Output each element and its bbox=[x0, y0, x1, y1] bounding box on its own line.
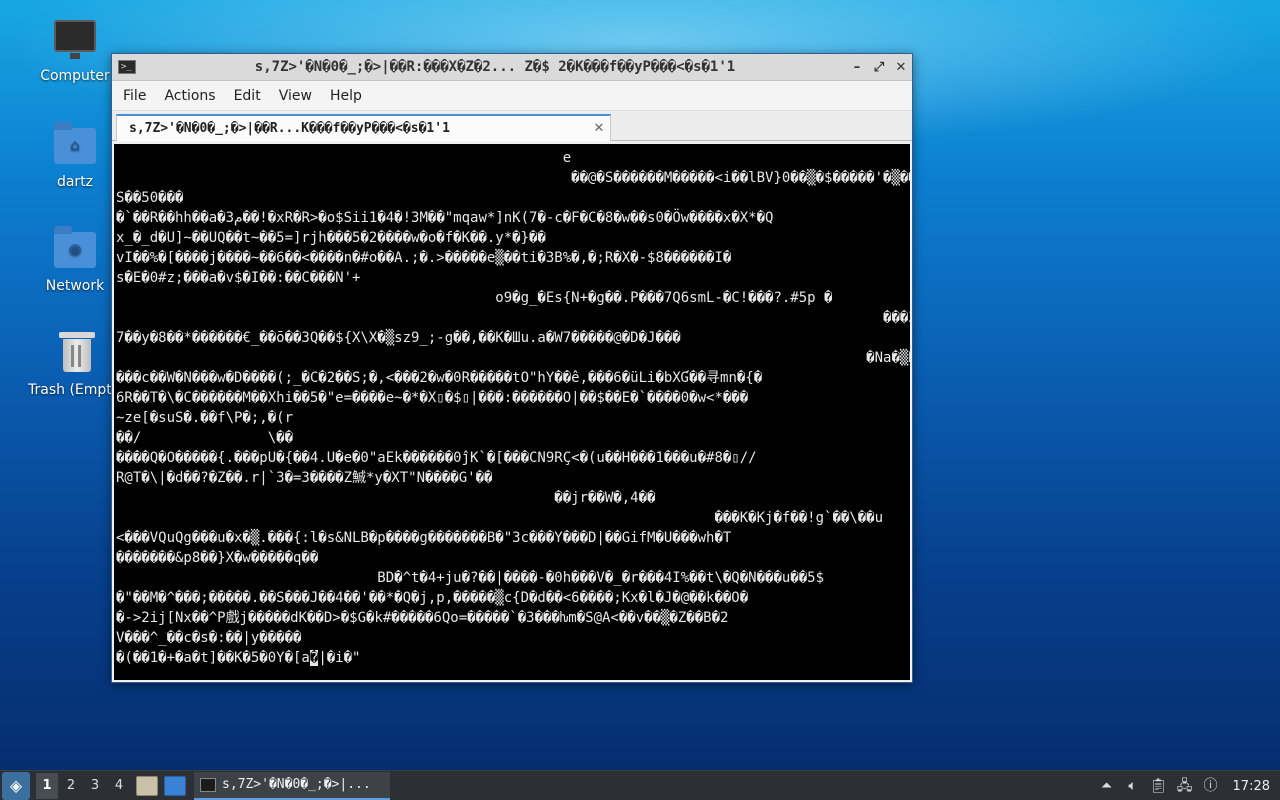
terminal-line-text: V���^_��c�s�:��|y����� bbox=[116, 630, 302, 646]
workspace-4[interactable]: 4 bbox=[108, 773, 130, 799]
home-folder-icon: ⌂ bbox=[53, 122, 97, 168]
file-manager-icon[interactable] bbox=[136, 775, 158, 796]
clipboard-icon[interactable]: 📋︎ bbox=[1147, 771, 1171, 800]
terminal-line-tail: |�i�" bbox=[318, 650, 361, 666]
network-folder-icon: ◉ bbox=[53, 226, 97, 272]
tray-expand-icon[interactable]: ⏶ bbox=[1095, 771, 1119, 800]
terminal-line-text: e bbox=[116, 150, 572, 166]
clock: 17:28 bbox=[1232, 778, 1270, 794]
desktop-icon-computer[interactable]: Computer bbox=[25, 18, 125, 84]
terminal-line-text: ���K�Kj�f��!g`��\��u bbox=[116, 510, 884, 526]
terminal-line: �(��1�+�a�t]��K�5�0Y�[a�|�i�" bbox=[116, 648, 910, 668]
terminal-line-text: �"��M�^���;�����.��S���J��4��'��*�Q�j,p,… bbox=[116, 590, 749, 606]
terminal-line-text: S��50��� bbox=[116, 190, 184, 206]
minimize-icon[interactable]: – bbox=[846, 60, 868, 75]
terminal-line-text: BD�^t�4+ju�?��|����-�0h���V�_�r���4I%��t… bbox=[116, 570, 825, 586]
terminal-line: vI��%�[����j����~��6��<����n�#o��A.;�.>�… bbox=[116, 248, 910, 268]
terminal-line: ��/ \�� bbox=[116, 428, 910, 448]
terminal-app-icon: >_ bbox=[118, 60, 136, 74]
taskbar-task-terminal[interactable]: s,7Z>'�N�0�_;�>|... bbox=[194, 771, 390, 800]
terminal-line: �->2ij[Nx��^P戲j�����dK��D>�$G�k#�����6Qo… bbox=[116, 608, 910, 628]
taskbar-task-label: s,7Z>'�N�0�_;�>|... bbox=[222, 777, 371, 792]
terminal-line-text: o9�g_�Es{N+�g��.P���7Q6smL-�C!���?.#5p � bbox=[116, 290, 833, 306]
terminal-line-text: ��@�S������M�����<i��lBV}0��▒�$�����'�▒�… bbox=[116, 170, 910, 186]
menu-help[interactable]: Help bbox=[323, 88, 369, 104]
taskbar: ◈ 1 2 3 4 s,7Z>'�N�0�_;�>|... ⏶ 🔈︎ 📋︎ 🖧︎… bbox=[0, 770, 1280, 800]
terminal-line: ���K�Kj�f��!g`��\��u bbox=[116, 508, 910, 528]
terminal-line: 7��y�8��*������€_��ō��3Q��${X\X�▒sz9_;-g… bbox=[116, 328, 910, 348]
terminal-line-text: ~ze[�suS�.��f\P�;,�(r bbox=[116, 410, 294, 426]
desktop-icon-label: Computer bbox=[40, 68, 110, 84]
terminal-output[interactable]: e ��@�S������M�����<i��lBV}0��▒�$�����'�… bbox=[114, 144, 910, 680]
desktop-icon-network[interactable]: ◉ Network bbox=[25, 226, 125, 294]
terminal-line-text: <���VQuQg���u�x�▒.���{:l�s&NLB�p����g���… bbox=[116, 530, 732, 546]
terminal-line-text: ���c��W�N���w�D����(;_�C�2��S;�,<���2�w�… bbox=[116, 370, 763, 386]
terminal-line-text: s�E�0#z;���a�v$�I��:��C���N'+ bbox=[116, 270, 361, 286]
terminal-line: s�E�0#z;���a�v$�I��:��C���N'+ bbox=[116, 268, 910, 288]
terminal-line-text: ����Q�O�����{.���pU�{��4.U�e�0"aEk������… bbox=[116, 450, 757, 466]
terminal-line: V���^_��c�s�:��|y����� bbox=[116, 628, 910, 648]
show-desktop-icon[interactable] bbox=[164, 775, 186, 796]
terminal-task-icon bbox=[200, 777, 216, 792]
volume-icon[interactable]: 🔈︎ bbox=[1121, 771, 1145, 800]
terminal-line: e bbox=[116, 148, 910, 168]
terminal-line: �������&p8��}X�w�����q�� bbox=[116, 548, 910, 568]
terminal-line: ��jr��W�,4�� bbox=[116, 488, 910, 508]
terminal-line-text: vI��%�[����j����~��6��<����n�#o��A.;�.>�… bbox=[116, 250, 732, 266]
window-titlebar[interactable]: >_ s,7Z>'�N�0�_;�>|��R:���X�Z�2... Z�$ 2… bbox=[112, 54, 912, 81]
tab-terminal[interactable]: s,7Z>'�N�0�_;�>|��R...K���f��yP���<�s�1'… bbox=[116, 114, 611, 141]
menu-view[interactable]: View bbox=[272, 88, 319, 104]
terminal-line: ���c��W�N���w�D����(;_�C�2��S;�,<���2�w�… bbox=[116, 368, 910, 388]
workspace-2[interactable]: 2 bbox=[60, 773, 82, 799]
terminal-line-text: �������&p8��}X�w�����q�� bbox=[116, 550, 319, 566]
terminal-line-text: ���Z▲��� bbox=[116, 310, 910, 326]
terminal-line: R@T�\|�d��?�Z��.r|`3�=3����Z鯎*y�XT"N����… bbox=[116, 468, 910, 488]
tab-bar: s,7Z>'�N�0�_;�>|��R...K���f��yP���<�s�1'… bbox=[112, 111, 912, 141]
trash-icon bbox=[55, 332, 99, 376]
menu-file[interactable]: File bbox=[116, 88, 153, 104]
terminal-line: �"��M�^���;�����.��S���J��4��'��*�Q�j,p,… bbox=[116, 588, 910, 608]
terminal-line-text: �->2ij[Nx��^P戲j�����dK��D>�$G�k#�����6Qo… bbox=[116, 610, 729, 626]
terminal-line: ���Z▲��� bbox=[116, 308, 910, 328]
network-icon[interactable]: 🖧︎ bbox=[1173, 771, 1197, 800]
terminal-line: x_�_d�U]~��UQ��t~��5=]rjh���5�2����w�o�f… bbox=[116, 228, 910, 248]
desktop-icon-home[interactable]: ⌂ dartz bbox=[25, 122, 125, 190]
notification-icon[interactable]: ⓘ bbox=[1199, 771, 1223, 800]
menu-edit[interactable]: Edit bbox=[227, 88, 268, 104]
terminal-line-text: �`��R��hh��a�م3��!�xR�R>�o$Sii1�4�!3M��"… bbox=[116, 210, 774, 226]
window-title: s,7Z>'�N�0�_;�>|��R:���X�Z�2... Z�$ 2�K�… bbox=[254, 59, 736, 75]
terminal-line-text: �(��1�+�a�t]��K�5�0Y�[a bbox=[116, 650, 310, 666]
computer-icon bbox=[53, 18, 97, 62]
terminal-line: ����Q�O�����{.���pU�{��4.U�e�0"aEk������… bbox=[116, 448, 910, 468]
terminal-line: <���VQuQg���u�x�▒.���{:l�s&NLB�p����g���… bbox=[116, 528, 910, 548]
terminal-line: BD�^t�4+ju�?��|����-�0h���V�_�r���4I%��t… bbox=[116, 568, 910, 588]
terminal-line: ~ze[�suS�.��f\P�;,�(r bbox=[116, 408, 910, 428]
workspace-3[interactable]: 3 bbox=[84, 773, 106, 799]
terminal-line: 6R��T�\�C������M��Xhi��5�"e=����e~�*�X▯�… bbox=[116, 388, 910, 408]
tab-label: s,7Z>'�N�0�_;�>|��R...K���f��yP���<�s�1'… bbox=[129, 121, 450, 136]
desktop-icon-label: Network bbox=[45, 278, 105, 294]
terminal-line-text: 6R��T�\�C������M��Xhi��5�"e=����e~�*�X▯�… bbox=[116, 390, 749, 406]
close-icon[interactable]: ✕ bbox=[890, 60, 912, 75]
desktop-icon-label: dartz bbox=[56, 174, 94, 190]
start-menu-button[interactable]: ◈ bbox=[2, 771, 30, 800]
terminal-line-text: 7��y�8��*������€_��ō��3Q��${X\X�▒sz9_;-g… bbox=[116, 330, 681, 346]
terminal-line: �`��R��hh��a�م3��!�xR�R>�o$Sii1�4�!3M��"… bbox=[116, 208, 910, 228]
terminal-line-text: ��jr��W�,4�� bbox=[116, 490, 656, 506]
terminal-line: o9�g_�Es{N+�g��.P���7Q6smL-�C!���?.#5p � bbox=[116, 288, 910, 308]
terminal-line-text: �Na�▒D�A▯� bbox=[116, 350, 910, 366]
terminal-line-text: ��/ \�� bbox=[116, 430, 294, 446]
terminal-line: S��50��� bbox=[116, 188, 910, 208]
terminal-line: ��@�S������M�����<i��lBV}0��▒�$�����'�▒�… bbox=[116, 168, 910, 188]
terminal-line-text: x_�_d�U]~��UQ��t~��5=]rjh���5�2����w�o�f… bbox=[116, 230, 546, 246]
terminal-line-text: R@T�\|�d��?�Z��.r|`3�=3����Z鯎*y�XT"N����… bbox=[116, 470, 493, 486]
terminal-line: �Na�▒D�A▯� bbox=[116, 348, 910, 368]
terminal-window[interactable]: >_ s,7Z>'�N�0�_;�>|��R:���X�Z�2... Z�$ 2… bbox=[111, 53, 913, 683]
maximize-icon[interactable]: ⤢ bbox=[868, 60, 890, 75]
workspace-1[interactable]: 1 bbox=[36, 772, 58, 799]
tab-close-icon[interactable]: ✕ bbox=[588, 121, 610, 136]
system-tray: ⏶ 🔈︎ 📋︎ 🖧︎ ⓘ 17:28 bbox=[1095, 771, 1280, 800]
menu-actions[interactable]: Actions bbox=[157, 88, 222, 104]
menu-bar: File Actions Edit View Help bbox=[112, 81, 912, 111]
